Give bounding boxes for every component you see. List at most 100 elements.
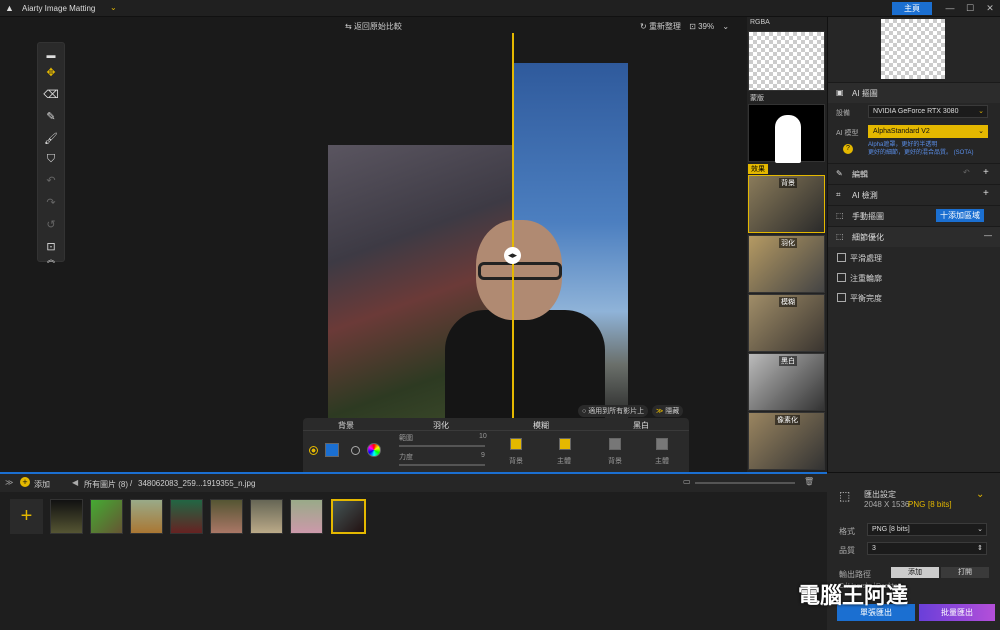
zoom-icon[interactable]: ⊡ — [689, 22, 696, 31]
bw-subject-icon[interactable] — [656, 438, 668, 450]
tool-palette: ▬ ✥ ⌫ ✎ 🖌 ⛉ ↶ ↷ ↺ ⊡ ︽ — [37, 42, 65, 264]
feather-range-label: 範圍 — [399, 435, 413, 442]
manual-select-row[interactable]: ⬚ 手動摳圖 十添加區域 — [828, 205, 1000, 226]
feather-range-value: 10 — [479, 433, 487, 440]
apply-all-toggle[interactable]: ○ 適用到所有影片上 — [578, 405, 649, 417]
effect-thumb-bw[interactable]: 黑白 — [748, 353, 825, 411]
collapse-icon[interactable]: ︽ — [38, 250, 64, 270]
refresh-icon[interactable]: ↻ — [640, 22, 647, 31]
smooth-label: 平滑處理 — [850, 254, 882, 263]
device-value: NVIDIA GeForce RTX 3080 — [873, 108, 959, 115]
compare-toggle[interactable]: ⇆ 返回原始比較 — [345, 21, 402, 32]
image-thumb-1[interactable] — [50, 499, 83, 534]
undo-small-icon[interactable]: ↶ — [963, 168, 970, 177]
manual-select-label: 手動摳圖 — [852, 212, 884, 221]
image-thumb-4[interactable] — [170, 499, 203, 534]
effect-thumb-blur[interactable]: 模糊 — [748, 294, 825, 352]
feather-strength-label: 力度 — [399, 454, 413, 461]
image-thumb-7[interactable] — [290, 499, 323, 534]
image-size-icon: ▭ — [683, 477, 691, 486]
path-add-button[interactable]: 添加 — [891, 567, 939, 578]
zoom-dropdown-icon[interactable]: ⌄ — [722, 22, 729, 31]
mask-thumb[interactable] — [748, 104, 825, 163]
divider-handle-icon[interactable]: ◂▸ — [504, 247, 521, 264]
main-home-button[interactable]: 主頁 — [892, 2, 932, 15]
trash-icon[interactable]: 🗑 — [804, 477, 814, 486]
current-file: 348062083_259...1919355_n.jpg — [138, 479, 256, 488]
add-area-button[interactable]: 十添加區域 — [936, 209, 984, 222]
all-images-link[interactable]: 所有圖片 (8) — [84, 479, 128, 490]
ai-matting-label: AI 摳圖 — [852, 89, 878, 98]
filmstrip-header: ≫ + 添加 ◀ 所有圖片 (8) / 348062083_259...1919… — [0, 474, 827, 492]
compare-label: 返回原始比較 — [353, 22, 402, 31]
add-label[interactable]: 添加 — [34, 479, 50, 490]
zoom-value[interactable]: 39% — [698, 22, 714, 31]
blur-subject-icon[interactable] — [559, 438, 571, 450]
ai-matting-header[interactable]: ▣ AI 摳圖 — [828, 82, 1000, 103]
reset-label[interactable]: 重新整理 — [649, 22, 681, 31]
pen-icon[interactable]: ✎ — [38, 107, 64, 127]
thumb-size-slider[interactable] — [695, 482, 795, 484]
image-thumb-5[interactable] — [210, 499, 243, 534]
image-thumb-3[interactable] — [130, 499, 163, 534]
blur-bg-icon[interactable] — [510, 438, 522, 450]
expand-icon[interactable]: ≫ — [5, 478, 13, 487]
ai-detect-row[interactable]: ⌗ AI 檢測 + — [828, 184, 1000, 205]
effects-label: 效果 — [748, 164, 768, 174]
edge-refine-header[interactable]: ⬚ 細節優化 — — [828, 226, 1000, 247]
bg-color-radio[interactable] — [309, 446, 318, 455]
rgba-thumb[interactable] — [748, 31, 825, 91]
model-description: Alpha遮罩，更好的半透明 更好的細節，更好的混合品質。 (SOTA) — [868, 142, 974, 156]
ai-detect-plus-icon[interactable]: + — [983, 188, 989, 199]
image-thumb-8-selected[interactable] — [331, 499, 366, 534]
move-icon[interactable]: ✥ — [38, 63, 64, 83]
edge-refine-label: 細節優化 — [852, 233, 884, 242]
edit-row[interactable]: ✎ 編輯 ↶ + — [828, 163, 1000, 184]
contour-checkbox[interactable] — [837, 273, 846, 282]
quality-stepper[interactable]: 3 ⇕ — [867, 542, 987, 555]
quality-label: 品質 — [839, 546, 855, 555]
path-open-button[interactable]: 打開 — [941, 567, 989, 578]
hide-button[interactable]: ≫ 隱藏 — [652, 405, 684, 417]
close-button[interactable]: ✕ — [975, 0, 1000, 17]
bg-picker-radio[interactable] — [351, 446, 360, 455]
bw-bg-icon[interactable] — [609, 438, 621, 450]
right-panel: ▣ AI 摳圖 設備 NVIDIA GeForce RTX 3080 ⌄ AI 模… — [827, 17, 1000, 472]
effect-thumb-feather[interactable]: 羽化 — [748, 235, 825, 293]
apply-all-label: 適用到所有影片上 — [588, 408, 645, 415]
bg-color-swatch[interactable] — [325, 443, 339, 457]
effect-thumb-pixelate[interactable]: 像素化 — [748, 412, 825, 470]
chevron-down-icon[interactable]: ⌄ — [110, 3, 117, 12]
add-icon[interactable]: + — [20, 477, 30, 487]
title-bar: ▲ Aiarty Image Matting ⌄ 主頁 — ☐ ✕ — [0, 0, 1000, 17]
smooth-checkbox[interactable] — [837, 253, 846, 262]
device-label: 設備 — [836, 110, 850, 117]
format-value: PNG [8 bits] — [872, 526, 910, 533]
redo-icon[interactable]: ↷ — [38, 193, 64, 213]
help-icon[interactable]: ? — [843, 144, 853, 154]
back-icon[interactable]: ◀ — [72, 478, 78, 487]
feather-range-slider[interactable] — [399, 445, 485, 447]
zoom-bar: ↻ 重新整理 ⊡ 39% ⌄ — [640, 21, 729, 32]
model-select[interactable]: AlphaStandard V2 ⌄ — [868, 125, 988, 138]
balance-checkbox[interactable] — [837, 293, 846, 302]
effect-thumb-background[interactable]: 背景 — [748, 175, 825, 233]
image-thumb-2[interactable] — [90, 499, 123, 534]
bucket-icon[interactable]: ⛉ — [38, 149, 64, 169]
palette-handle-icon[interactable]: ▬ — [38, 45, 64, 65]
export-size: 2048 X 1536 — [864, 500, 910, 509]
compare-icon: ⇆ — [345, 22, 352, 31]
export-collapse-icon[interactable]: ⌄ — [976, 489, 984, 500]
color-picker-icon[interactable] — [367, 443, 381, 457]
reset-icon[interactable]: ↺ — [38, 215, 64, 235]
plus-icon[interactable]: + — [983, 167, 989, 178]
undo-icon[interactable]: ↶ — [38, 171, 64, 191]
brush-icon[interactable]: 🖌 — [38, 129, 64, 149]
device-select[interactable]: NVIDIA GeForce RTX 3080 ⌄ — [868, 105, 988, 118]
format-select[interactable]: PNG [8 bits] ⌄ — [867, 523, 987, 536]
feather-strength-slider[interactable] — [399, 464, 485, 466]
eraser-icon[interactable]: ⌫ — [38, 85, 64, 105]
add-image-button[interactable]: + — [10, 499, 43, 534]
collapse-minus-icon[interactable]: — — [984, 231, 992, 240]
image-thumb-6[interactable] — [250, 499, 283, 534]
